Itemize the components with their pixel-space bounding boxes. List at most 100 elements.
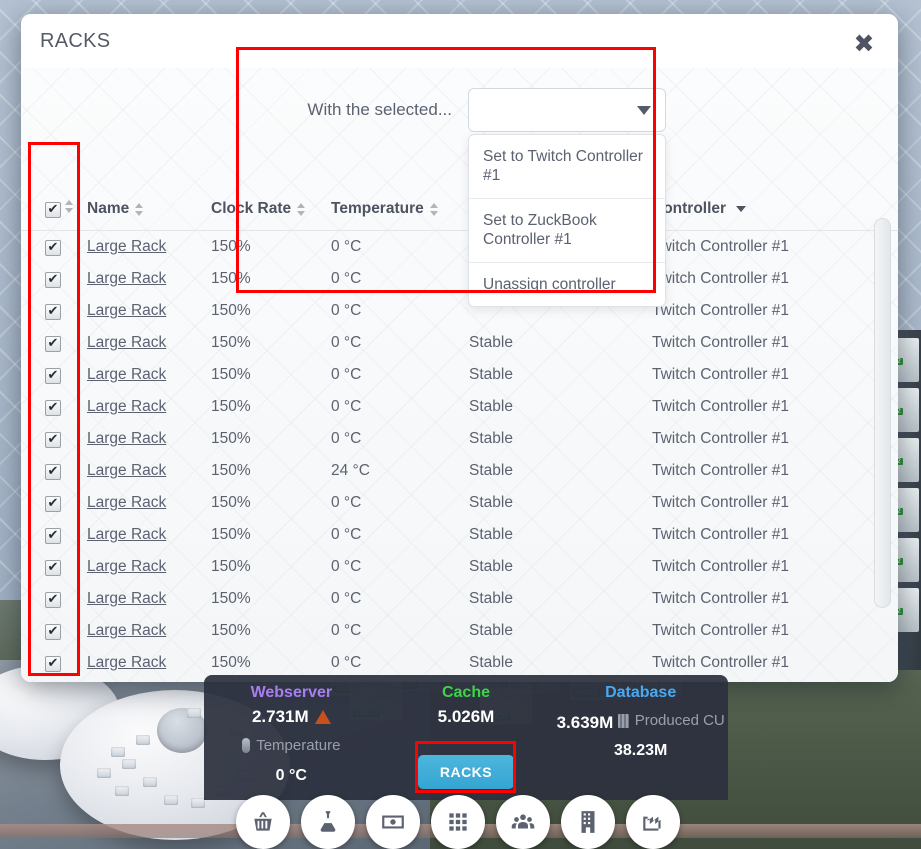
money-icon: [382, 815, 404, 829]
rack-name-link[interactable]: Large Rack: [87, 590, 166, 607]
hud-database-label: Database: [605, 684, 677, 701]
row-checkbox-cell: ✔: [21, 263, 87, 295]
row-controller-cell: Twitch Controller #1: [652, 622, 789, 639]
table-row: ✔ Large Rack 150% 0 °C Stable Twitch Controll…: [21, 583, 898, 615]
rack-name-link[interactable]: Large Rack: [87, 462, 166, 479]
row-status-cell: Stable: [469, 462, 513, 479]
table-header-row: ✔ Name Clock Rate Temperature Controller: [21, 192, 898, 231]
people-icon: [511, 814, 535, 829]
row-status-cell: Stable: [469, 590, 513, 607]
th-controller[interactable]: Controller: [652, 192, 898, 231]
row-checkbox[interactable]: ✔: [45, 623, 61, 640]
warning-triangle-icon: [314, 710, 331, 724]
sort-descending-icon[interactable]: [736, 206, 747, 212]
row-temperature-cell: 0 °C: [331, 526, 362, 543]
row-status-cell: Stable: [469, 430, 513, 447]
row-checkbox[interactable]: ✔: [45, 399, 61, 416]
rack-name-link[interactable]: Large Rack: [87, 494, 166, 511]
toolbar-button-finance[interactable]: [366, 795, 420, 849]
row-checkbox-cell: ✔: [21, 295, 87, 327]
hud-webserver-label: Webserver: [250, 684, 333, 701]
row-checkbox[interactable]: ✔: [45, 463, 61, 480]
toolbar-button-components[interactable]: [431, 795, 485, 849]
grid-icon: [449, 813, 467, 831]
row-controller-cell: Twitch Controller #1: [652, 366, 789, 383]
row-temperature-cell: 0 °C: [331, 398, 362, 415]
hud-cache-value-wrap: 5.026M: [438, 707, 495, 727]
row-checkbox-cell: ✔: [21, 455, 87, 487]
row-checkbox[interactable]: ✔: [45, 591, 61, 608]
factory-icon: [643, 816, 661, 831]
racks-button[interactable]: RACKS: [417, 755, 515, 789]
dropdown-option-zuckbook[interactable]: Set to ZuckBook Controller #1: [469, 199, 665, 263]
rack-name-link[interactable]: Large Rack: [87, 238, 166, 255]
row-checkbox[interactable]: ✔: [45, 431, 61, 448]
row-clock-cell: 150%: [211, 526, 251, 543]
row-status-cell: Stable: [469, 526, 513, 543]
row-checkbox[interactable]: ✔: [45, 239, 61, 256]
row-controller-cell: Twitch Controller #1: [652, 590, 789, 607]
row-checkbox[interactable]: ✔: [45, 495, 61, 512]
racks-table-scroll[interactable]: ✔ Name Clock Rate Temperature Controller…: [21, 192, 898, 682]
bulk-action-select[interactable]: [468, 88, 666, 132]
rack-name-link[interactable]: Large Rack: [87, 334, 166, 351]
row-name-cell: Large Rack: [87, 551, 211, 583]
modal-scrollbar[interactable]: [874, 88, 891, 662]
row-checkbox[interactable]: ✔: [45, 655, 61, 672]
rack-name-link[interactable]: Large Rack: [87, 366, 166, 383]
sort-updown-icon[interactable]: [429, 202, 439, 216]
hud-temperature-label-wrap: Temperature: [242, 737, 340, 754]
rack-name-link[interactable]: Large Rack: [87, 398, 166, 415]
sort-updown-icon[interactable]: [65, 200, 74, 213]
chevron-down-icon: [637, 105, 651, 115]
th-name[interactable]: Name: [87, 192, 211, 231]
toolbar-button-building[interactable]: [561, 795, 615, 849]
close-icon[interactable]: ✖: [851, 31, 877, 58]
building-icon: [581, 811, 595, 833]
rack-name-link[interactable]: Large Rack: [87, 526, 166, 543]
row-checkbox[interactable]: ✔: [45, 559, 61, 576]
bulk-action-dropdown: Set to Twitch Controller #1 Set to ZuckB…: [468, 134, 666, 307]
toolbar-button-research[interactable]: [301, 795, 355, 849]
table-row: ✔ Large Rack 150% 0 °C Twitch Controller #1: [21, 231, 898, 264]
row-checkbox[interactable]: ✔: [45, 527, 61, 544]
row-name-cell: Large Rack: [87, 647, 211, 679]
toolbar-button-production[interactable]: [626, 795, 680, 849]
rack-name-link[interactable]: Large Rack: [87, 558, 166, 575]
modal-scrollbar-thumb[interactable]: [874, 218, 891, 608]
rack-name-link[interactable]: Large Rack: [87, 622, 166, 639]
status-hud: Webserver 2.731M Temperature 0 °C Cache …: [204, 675, 728, 800]
rack-name-link[interactable]: Large Rack: [87, 302, 166, 319]
row-controller-cell: Twitch Controller #1: [652, 430, 789, 447]
select-all-checkbox[interactable]: ✔: [45, 201, 61, 218]
th-clock-rate[interactable]: Clock Rate: [211, 192, 331, 231]
toolbar-button-staff[interactable]: [496, 795, 550, 849]
row-clock-cell: 150%: [211, 494, 251, 511]
dropdown-option-twitch[interactable]: Set to Twitch Controller #1: [469, 135, 665, 199]
row-controller-cell: Twitch Controller #1: [652, 334, 789, 351]
table-row: ✔ Large Rack 150% 0 °C Stable Twitch Controll…: [21, 615, 898, 647]
rack-name-link[interactable]: Large Rack: [87, 654, 166, 671]
th-temperature[interactable]: Temperature: [331, 192, 469, 231]
row-status-cell: Stable: [469, 558, 513, 575]
sort-updown-icon[interactable]: [297, 202, 306, 216]
dropdown-option-unassign[interactable]: Unassign controller: [469, 263, 665, 306]
hud-produced-cu-label-wrap: Produced CU: [617, 712, 725, 729]
row-status-cell: Stable: [469, 334, 513, 351]
row-temperature-cell: 0 °C: [331, 430, 362, 447]
toolbar-button-shop[interactable]: [236, 795, 290, 849]
racks-table: ✔ Name Clock Rate Temperature Controller…: [21, 192, 898, 682]
row-checkbox[interactable]: ✔: [45, 367, 61, 384]
row-status-cell: Stable: [469, 494, 513, 511]
rack-name-link[interactable]: Large Rack: [87, 430, 166, 447]
row-checkbox-cell: ✔: [21, 583, 87, 615]
row-checkbox-cell: ✔: [21, 391, 87, 423]
rack-name-link[interactable]: Large Rack: [87, 270, 166, 287]
sort-updown-icon[interactable]: [135, 202, 144, 216]
row-checkbox[interactable]: ✔: [45, 335, 61, 352]
hud-database-value-wrap: 3.639M: [557, 713, 614, 733]
row-checkbox[interactable]: ✔: [45, 271, 61, 288]
row-checkbox-cell: ✔: [21, 487, 87, 519]
row-clock-cell: 150%: [211, 622, 251, 639]
row-checkbox[interactable]: ✔: [45, 303, 61, 320]
